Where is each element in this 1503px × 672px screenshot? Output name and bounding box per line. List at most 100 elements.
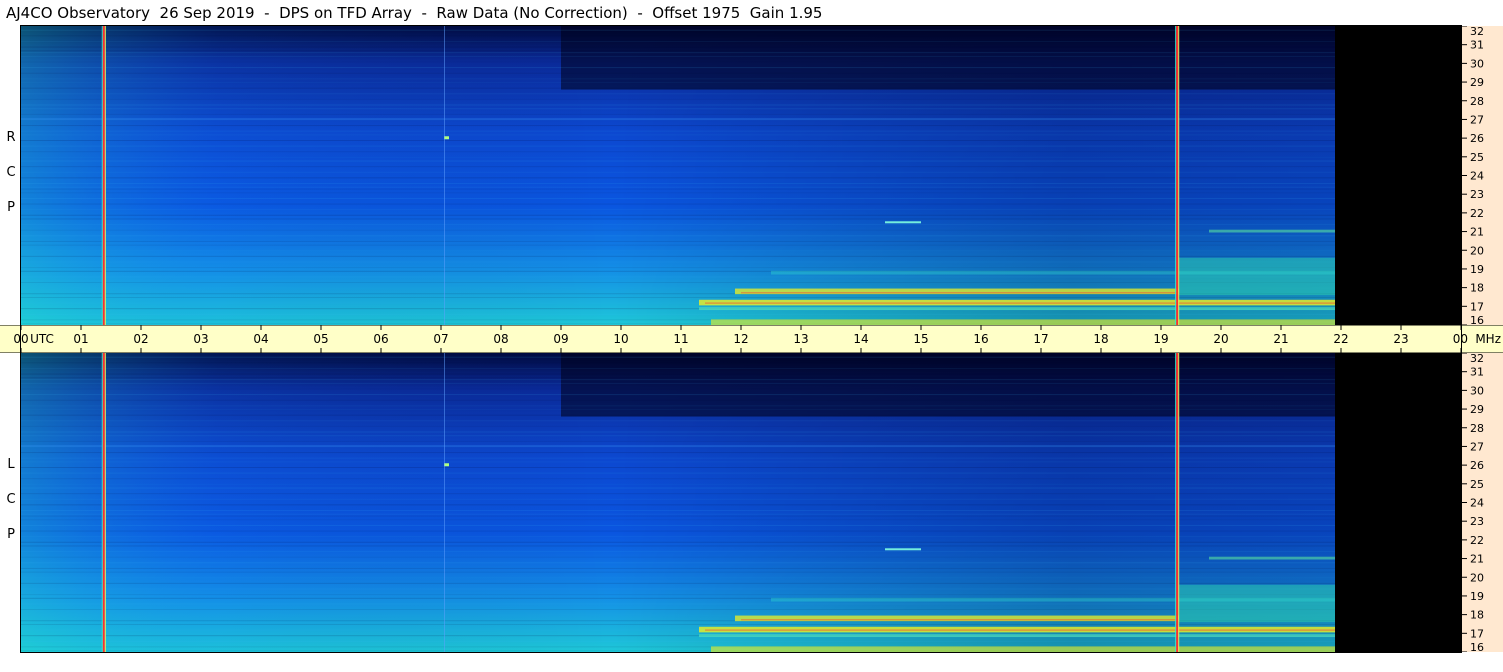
- frequency-tick-label: 18: [1470, 282, 1484, 295]
- spectral-stratum: [21, 235, 1335, 237]
- spectral-stratum: [21, 313, 1335, 315]
- spectral-stratum: [21, 61, 1335, 63]
- time-tick-label: 09: [553, 332, 568, 346]
- polarization-label-rcp: R C P: [6, 130, 16, 215]
- spectral-stratum: [21, 594, 1335, 596]
- spectral-stratum: [21, 177, 1335, 179]
- spectral-stratum: [21, 72, 1335, 74]
- spectral-stratum: [21, 466, 1335, 468]
- frequency-tick-label: 22: [1470, 534, 1484, 547]
- frequency-tick-label: 17: [1470, 300, 1484, 313]
- time-tick-label: 10: [613, 332, 628, 346]
- frequency-tick-label: 20: [1470, 244, 1484, 257]
- frequency-tick-label: 32: [1470, 26, 1484, 38]
- spectrogram-lcp: [21, 353, 1461, 652]
- spectral-stratum: [21, 166, 1335, 168]
- spectral-stratum: [21, 571, 1335, 573]
- carrier-line: [21, 118, 1335, 120]
- spectral-stratum: [21, 255, 1335, 257]
- spectral-stratum: [21, 182, 1335, 184]
- spectral-stratum: [21, 197, 1335, 199]
- spectral-stratum: [21, 356, 1335, 358]
- spectral-stratum: [21, 536, 1335, 538]
- frequency-tick-label: 24: [1470, 497, 1484, 510]
- spectral-stratum: [21, 93, 1335, 95]
- rfi-band: [1209, 229, 1335, 233]
- vertical-stripe-0138-left: [101, 26, 103, 325]
- frequency-tick-label: 16: [1470, 314, 1484, 325]
- frame-right: [1461, 25, 1462, 653]
- spectral-stratum: [21, 287, 1335, 289]
- frequency-tick-label: 24: [1470, 170, 1484, 183]
- time-tick-label: 02: [133, 332, 148, 346]
- spectral-stratum: [21, 188, 1335, 190]
- spectral-stratum: [21, 224, 1335, 226]
- vertical-stripe-1927-left: [1175, 26, 1177, 325]
- spectral-stratum: [21, 203, 1335, 205]
- frequency-tick-label: 20: [1470, 571, 1484, 584]
- rfi-band: [699, 307, 1335, 311]
- spectral-stratum: [21, 214, 1335, 216]
- frequency-axis-rcp: 32 31 30 29 28 27 26 25 24 23 22 21 20 19 18 17 16: [1461, 26, 1503, 325]
- rfi-band: [771, 597, 1335, 602]
- spectral-stratum: [21, 119, 1335, 121]
- vertical-stripe-1927: [1176, 353, 1179, 652]
- spectrogram-lcp-svg: [21, 353, 1461, 652]
- spectral-stratum: [21, 414, 1335, 416]
- rfi-red-streak: [705, 629, 1335, 631]
- vertical-stripe-1927-right: [1178, 26, 1180, 325]
- spectral-stratum: [21, 483, 1335, 485]
- frequency-tick-label: 29: [1470, 403, 1484, 416]
- spectral-stratum: [21, 388, 1335, 390]
- spectral-stratum: [21, 457, 1335, 459]
- vertical-stripe-1927: [1176, 26, 1179, 325]
- frequency-tick-label: 25: [1470, 478, 1484, 491]
- vertical-stripe-1927-left: [1175, 353, 1177, 652]
- spectral-stratum: [21, 282, 1335, 284]
- rfi-band: [1179, 257, 1335, 296]
- spectral-stratum: [21, 487, 1335, 489]
- spectral-stratum: [21, 452, 1335, 454]
- spectral-stratum: [21, 171, 1335, 173]
- frequency-tick-label: 23: [1470, 188, 1484, 201]
- time-tick-label: 07: [433, 332, 448, 346]
- spectral-stratum: [21, 461, 1335, 463]
- spectral-stratum: [21, 420, 1335, 422]
- frequency-tick-label: 27: [1470, 113, 1484, 126]
- spectral-stratum: [21, 379, 1335, 381]
- spectral-stratum: [21, 78, 1335, 80]
- time-tick-label: 20: [1213, 332, 1228, 346]
- frequency-tick-label: 22: [1470, 207, 1484, 220]
- frequency-tick-label: 30: [1470, 384, 1484, 397]
- spectral-stratum: [21, 250, 1335, 252]
- spectral-stratum: [21, 582, 1335, 584]
- spectral-stratum: [21, 498, 1335, 500]
- spectral-stratum: [21, 373, 1335, 375]
- vertical-stripe-0138: [102, 26, 105, 325]
- time-tick-label: 18: [1093, 332, 1108, 346]
- spectral-stratum: [21, 134, 1335, 136]
- frequency-tick-label: 21: [1470, 226, 1484, 239]
- frequency-tick-label: 31: [1470, 39, 1484, 52]
- spectral-stratum: [21, 46, 1335, 48]
- spectral-stratum: [21, 530, 1335, 532]
- spectral-stratum: [21, 519, 1335, 521]
- spectral-stratum: [21, 267, 1335, 269]
- spectral-stratum: [21, 524, 1335, 526]
- time-tick-label: 11: [673, 332, 688, 346]
- spectral-stratum: [21, 478, 1335, 480]
- frequency-tick-label: 19: [1470, 263, 1484, 276]
- frequency-axis-lcp-svg: 3231 30 29 28 27 26 25 24 23 22 21 20 19 18 1716: [1461, 353, 1484, 652]
- spectral-stratum: [21, 113, 1335, 115]
- spectral-stratum: [21, 556, 1335, 558]
- frequency-tick-label: 28: [1470, 422, 1484, 435]
- frequency-tick-label: 27: [1470, 440, 1484, 453]
- spectral-stratum: [21, 440, 1335, 442]
- frequency-axis-lcp: 32 31 30 29 28 27 26 25 24 23 22 21 20 19 18 17 16: [1461, 353, 1503, 652]
- time-tick-label: 19: [1153, 332, 1168, 346]
- frequency-tick-label: 26: [1470, 132, 1484, 145]
- vertical-stripe-0138-right: [104, 26, 106, 325]
- time-tick-label: 08: [493, 332, 508, 346]
- spectral-stratum: [21, 98, 1335, 100]
- spectral-stratum: [21, 145, 1335, 147]
